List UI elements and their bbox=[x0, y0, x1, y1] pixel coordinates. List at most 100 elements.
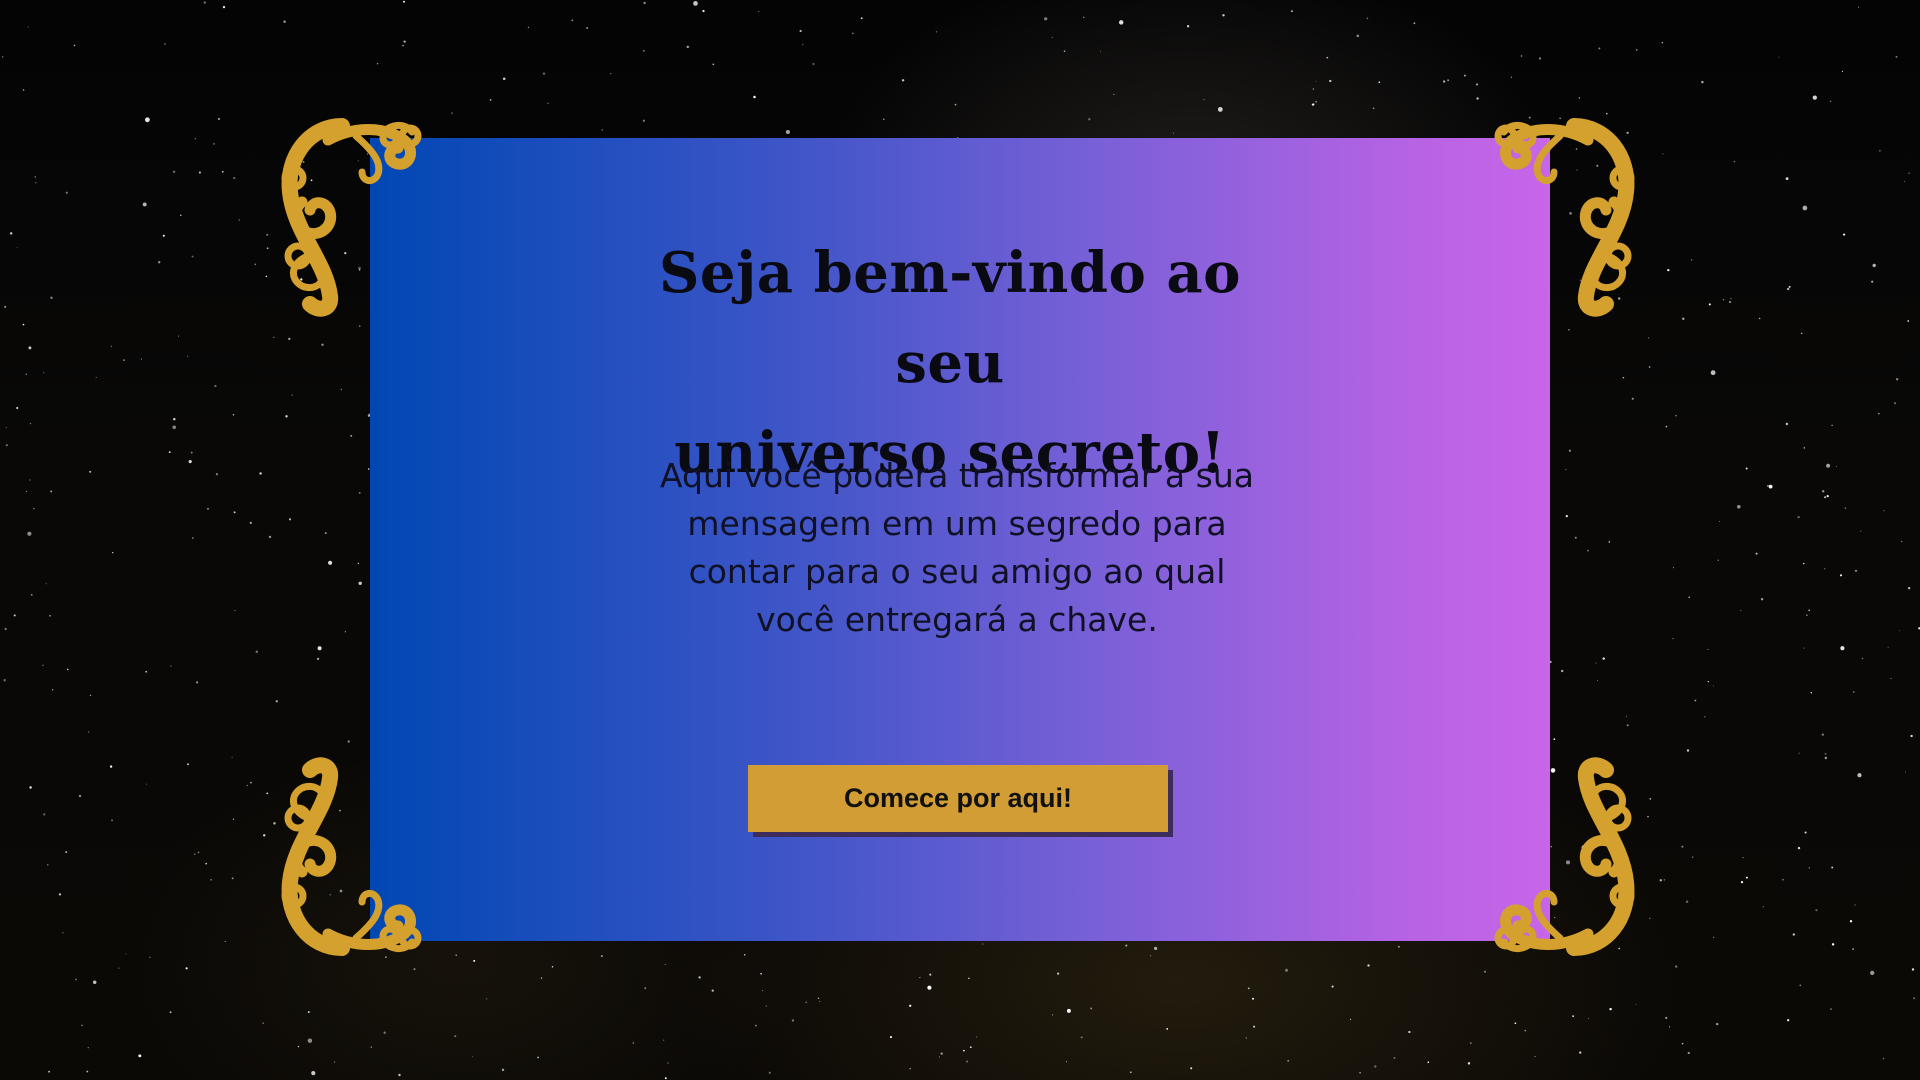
star-dot bbox=[51, 689, 54, 691]
star-dot bbox=[1810, 692, 1813, 694]
star-dot bbox=[89, 694, 92, 697]
star-dot bbox=[1728, 300, 1732, 304]
star-dot bbox=[1704, 716, 1706, 718]
star-dot bbox=[1824, 568, 1826, 570]
star-dot bbox=[1125, 944, 1128, 947]
star-dot bbox=[909, 1067, 911, 1070]
star-dot bbox=[187, 355, 189, 357]
star-dot bbox=[711, 989, 714, 992]
star-dot bbox=[852, 32, 854, 34]
star-dot bbox=[88, 731, 90, 733]
star-dot bbox=[1625, 715, 1628, 718]
star-dot bbox=[118, 967, 120, 969]
star-dot bbox=[1565, 468, 1567, 471]
star-dot bbox=[266, 233, 269, 236]
star-dot bbox=[265, 275, 268, 278]
star-dot bbox=[1787, 1019, 1790, 1022]
star-dot bbox=[1150, 955, 1152, 957]
star-dot bbox=[316, 657, 320, 661]
star-dot bbox=[1483, 970, 1487, 973]
star-dot bbox=[158, 261, 161, 264]
star-dot bbox=[693, 1, 698, 6]
star-dot bbox=[58, 893, 62, 896]
star-dot bbox=[1667, 268, 1670, 272]
star-dot bbox=[1113, 93, 1115, 96]
top-right-scroll-ornament-icon bbox=[1494, 118, 1635, 317]
star-dot bbox=[168, 451, 171, 454]
star-dot bbox=[664, 1077, 667, 1080]
star-dot bbox=[1778, 56, 1780, 58]
star-dot bbox=[222, 6, 226, 9]
star-dot bbox=[29, 422, 32, 425]
star-dot bbox=[1839, 574, 1843, 577]
star-dot bbox=[28, 346, 32, 350]
star-dot bbox=[1686, 749, 1690, 752]
star-dot bbox=[1598, 47, 1601, 50]
star-dot bbox=[472, 1056, 474, 1058]
star-dot bbox=[1608, 541, 1611, 543]
star-dot bbox=[16, 406, 19, 410]
star-dot bbox=[486, 998, 488, 1000]
star-dot bbox=[527, 26, 530, 29]
star-dot bbox=[1831, 424, 1833, 427]
star-dot bbox=[1217, 107, 1223, 112]
star-dot bbox=[87, 1046, 89, 1049]
star-dot bbox=[667, 1062, 669, 1064]
star-dot bbox=[288, 337, 291, 341]
star-dot bbox=[929, 973, 932, 976]
star-dot bbox=[1745, 467, 1748, 470]
star-dot bbox=[47, 864, 49, 866]
star-dot bbox=[1173, 132, 1175, 134]
star-dot bbox=[644, 987, 647, 990]
star-dot bbox=[170, 665, 172, 667]
star-dot bbox=[1568, 328, 1570, 331]
star-dot bbox=[1051, 36, 1053, 39]
star-dot bbox=[214, 384, 217, 388]
star-dot bbox=[1792, 933, 1795, 936]
star-dot bbox=[1740, 880, 1744, 884]
star-dot bbox=[1088, 118, 1091, 121]
star-dot bbox=[1609, 1007, 1612, 1011]
star-dot bbox=[610, 73, 612, 75]
star-dot bbox=[1835, 465, 1838, 468]
star-dot bbox=[22, 89, 25, 91]
star-dot bbox=[112, 551, 114, 554]
start-button[interactable]: Comece por aqui! bbox=[748, 765, 1168, 832]
star-dot bbox=[454, 1035, 457, 1038]
bottom-right-scroll-ornament-icon bbox=[1494, 757, 1635, 956]
star-dot bbox=[1799, 984, 1802, 987]
star-dot bbox=[376, 63, 379, 65]
star-dot bbox=[1398, 945, 1400, 948]
star-dot bbox=[398, 1073, 401, 1077]
star-dot bbox=[1311, 103, 1314, 106]
star-dot bbox=[1797, 515, 1800, 519]
star-dot bbox=[1717, 559, 1719, 561]
star-dot bbox=[1908, 172, 1910, 175]
star-dot bbox=[754, 1024, 757, 1027]
star-dot bbox=[883, 118, 885, 121]
star-dot bbox=[1186, 25, 1190, 28]
intro-text: Aqui você poderá transformar a sua mensa… bbox=[640, 452, 1274, 644]
star-dot bbox=[1166, 1027, 1169, 1030]
star-dot bbox=[1913, 997, 1916, 1000]
star-dot bbox=[4, 627, 7, 631]
star-dot bbox=[1587, 549, 1589, 552]
star-dot bbox=[1574, 536, 1577, 539]
star-dot bbox=[760, 972, 762, 975]
star-dot bbox=[191, 255, 194, 258]
star-dot bbox=[1290, 10, 1293, 13]
star-dot bbox=[195, 681, 199, 684]
star-dot bbox=[1080, 1036, 1083, 1039]
star-dot bbox=[1857, 6, 1859, 8]
star-dot bbox=[1636, 49, 1638, 51]
star-dot bbox=[1252, 997, 1254, 1000]
star-dot bbox=[1882, 1057, 1885, 1060]
star-dot bbox=[1808, 867, 1810, 869]
star-dot bbox=[1057, 972, 1060, 975]
star-dot bbox=[1378, 81, 1381, 84]
star-dot bbox=[1090, 1007, 1093, 1010]
star-dot bbox=[347, 740, 350, 743]
star-dot bbox=[307, 1011, 310, 1014]
star-dot bbox=[1635, 1003, 1637, 1005]
star-dot bbox=[249, 521, 252, 525]
